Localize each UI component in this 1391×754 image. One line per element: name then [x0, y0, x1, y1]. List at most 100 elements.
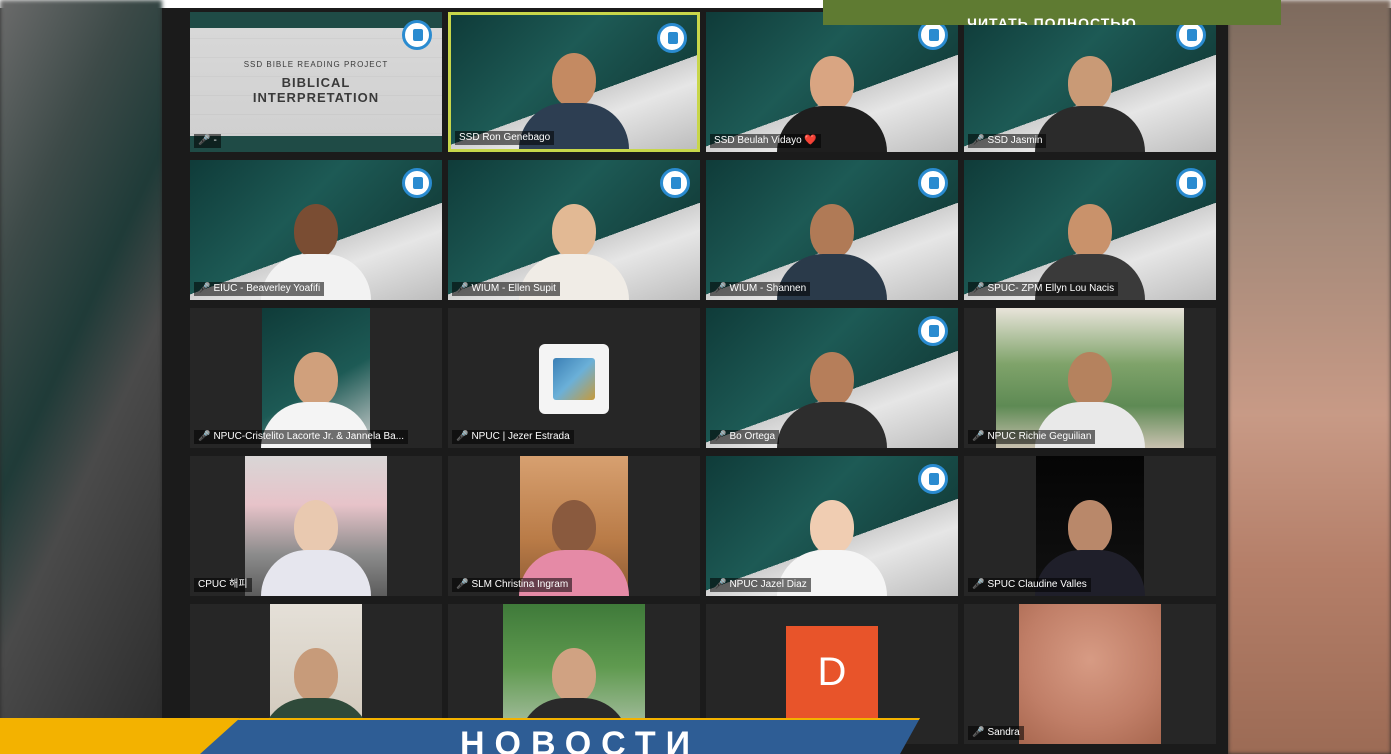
participant-tile[interactable]: 🎤 NPUC-Cristelito Lacorte Jr. & Jannela B…	[190, 308, 442, 448]
participant-name: SPUC Claudine Valles	[987, 579, 1087, 590]
participant-name: SLM Christina Ingram	[471, 579, 569, 590]
participant-avatar: D	[786, 626, 878, 718]
participant-name: Sandra	[987, 727, 1020, 738]
participant-name: SSD Jasmin	[987, 135, 1043, 146]
participant-tile[interactable]: 🎤 NPUC | Jezer Estrada	[448, 308, 700, 448]
participant-tile[interactable]: 🎤 Bo Ortega	[706, 308, 958, 448]
participant-person	[261, 500, 371, 596]
participant-name-label: 🎤 WIUM - Ellen Supit	[452, 282, 560, 296]
ssd-logo-icon	[660, 168, 690, 198]
participant-name: SSD Beulah Vidayo ❤️	[714, 135, 817, 146]
participant-name: NPUC-Cristelito Lacorte Jr. & Jannela Ba…	[213, 431, 405, 442]
ssd-logo-icon	[657, 23, 687, 53]
participant-name-label: 🎤 SSD Jasmin	[968, 134, 1047, 148]
participant-name-label: 🎤 SPUC Claudine Valles	[968, 578, 1091, 592]
video-feed	[964, 308, 1216, 448]
muted-mic-icon: 🎤	[456, 431, 469, 442]
background-blur-left	[0, 0, 162, 754]
participant-name: NPUC | Jezer Estrada	[471, 431, 570, 442]
video-feed	[706, 12, 958, 152]
participant-tile[interactable]: 🎤 NPUC Richie Geguilian	[964, 308, 1216, 448]
video-feed	[706, 308, 958, 448]
slide-strip	[190, 136, 442, 152]
video-gallery-grid: SSD BIBLE READING PROJECT BIBLICAL INTERPR…	[162, 8, 1228, 754]
participant-tile[interactable]: 🎤 SPUC- ZPM Ellyn Lou Nacis	[964, 160, 1216, 300]
participant-tile[interactable]: CPUC 해피	[190, 456, 442, 596]
video-feed	[964, 456, 1216, 596]
participant-tile[interactable]: SSD Ron Genebago	[448, 12, 700, 152]
background-blur-right	[1228, 0, 1391, 754]
participant-tile[interactable]: 🎤 SLM Christina Ingram	[448, 456, 700, 596]
participant-name-label: 🎤 EIUC - Beaverley Yoafifi	[194, 282, 325, 296]
muted-mic-icon: 🎤	[972, 283, 985, 294]
muted-mic-icon: 🎤	[456, 579, 469, 590]
video-feed	[451, 15, 697, 149]
muted-mic-icon: 🎤	[714, 431, 727, 442]
participant-tile[interactable]: 🎤 Sandra	[964, 604, 1216, 744]
participant-name: SSD Ron Genebago	[459, 132, 551, 143]
video-feed	[190, 160, 442, 300]
participant-tile[interactable]: 🎤 WIUM - Ellen Supit	[448, 160, 700, 300]
participant-name: Bo Ortega	[729, 431, 776, 442]
muted-mic-icon: 🎤	[972, 135, 985, 146]
participant-tile[interactable]: SSD BIBLE READING PROJECT BIBLICAL INTERPR…	[190, 12, 442, 152]
participant-person	[777, 352, 887, 448]
muted-mic-icon: 🎤	[972, 727, 985, 738]
video-feed	[190, 308, 442, 448]
participant-name-label: 🎤 NPUC Jazel Diaz	[710, 578, 811, 592]
ssd-logo-icon	[918, 316, 948, 346]
muted-mic-icon: 🎤	[714, 579, 727, 590]
participant-name: CPUC 해피	[198, 579, 248, 590]
participant-name-label: 🎤 WIUM - Shannen	[710, 282, 811, 296]
participant-tile[interactable]: 🎤 WIUM - Shannen	[706, 160, 958, 300]
participant-name: WIUM - Shannen	[729, 283, 807, 294]
read-more-label: ЧИТАТЬ ПОЛНОСТЬЮ	[967, 15, 1137, 25]
video-feed	[964, 12, 1216, 152]
participant-name-label: SSD Beulah Vidayo ❤️	[710, 134, 821, 148]
ssd-logo-icon	[402, 168, 432, 198]
slide-text: SSD BIBLE READING PROJECT BIBLICAL INTERPR…	[190, 60, 442, 105]
participant-tile[interactable]: 🎤 EIUC - Beaverley Yoafifi	[190, 160, 442, 300]
participant-name-label: 🎤 NPUC-Cristelito Lacorte Jr. & Jannela B…	[194, 430, 409, 444]
muted-mic-icon: 🎤	[198, 431, 211, 442]
ssd-logo-icon	[918, 168, 948, 198]
news-label: НОВОСТИ	[460, 725, 701, 754]
read-more-button[interactable]: ЧИТАТЬ ПОЛНОСТЬЮ	[823, 0, 1281, 25]
participant-name-label: CPUC 해피	[194, 578, 252, 592]
participant-name-label: 🎤 -	[194, 134, 221, 148]
participant-name: WIUM - Ellen Supit	[471, 283, 556, 294]
slide-title-line1: BIBLICAL	[281, 75, 351, 90]
participant-name: NPUC Jazel Diaz	[729, 579, 807, 590]
video-feed	[448, 308, 700, 448]
video-feed	[964, 604, 1216, 744]
participant-name-label: 🎤 NPUC | Jezer Estrada	[452, 430, 574, 444]
participant-name-label: 🎤 NPUC Richie Geguilian	[968, 430, 1096, 444]
video-feed	[448, 456, 700, 596]
participant-tile[interactable]: 🎤 SSD Jasmin	[964, 12, 1216, 152]
muted-mic-icon: 🎤	[972, 431, 985, 442]
video-feed	[964, 160, 1216, 300]
ssd-logo-icon	[918, 464, 948, 494]
participant-name: EIUC - Beaverley Yoafifi	[213, 283, 321, 294]
participant-name-label: 🎤 SPUC- ZPM Ellyn Lou Nacis	[968, 282, 1119, 296]
slide-title-line2: INTERPRETATION	[252, 90, 380, 105]
participant-name-label: 🎤 SLM Christina Ingram	[452, 578, 573, 592]
participant-tile[interactable]: 🎤 SPUC Claudine Valles	[964, 456, 1216, 596]
video-feed	[706, 160, 958, 300]
muted-mic-icon: 🎤	[198, 135, 211, 146]
participant-name-label: 🎤 Sandra	[968, 726, 1024, 740]
ssd-logo-icon	[1176, 168, 1206, 198]
participant-name-label: SSD Ron Genebago	[455, 131, 555, 145]
news-banner: НОВОСТИ	[0, 718, 930, 754]
muted-mic-icon: 🎤	[972, 579, 985, 590]
participant-tile[interactable]: SSD Beulah Vidayo ❤️	[706, 12, 958, 152]
participant-name-label: 🎤 Bo Ortega	[710, 430, 780, 444]
video-feed	[190, 456, 442, 596]
muted-mic-icon: 🎤	[198, 283, 211, 294]
muted-mic-icon: 🎤	[714, 283, 727, 294]
ssd-logo-icon	[402, 20, 432, 50]
participant-tile[interactable]: 🎤 NPUC Jazel Diaz	[706, 456, 958, 596]
slide-subtitle: SSD BIBLE READING PROJECT	[243, 60, 389, 69]
profile-picture	[539, 344, 609, 414]
participant-person	[1035, 56, 1145, 152]
